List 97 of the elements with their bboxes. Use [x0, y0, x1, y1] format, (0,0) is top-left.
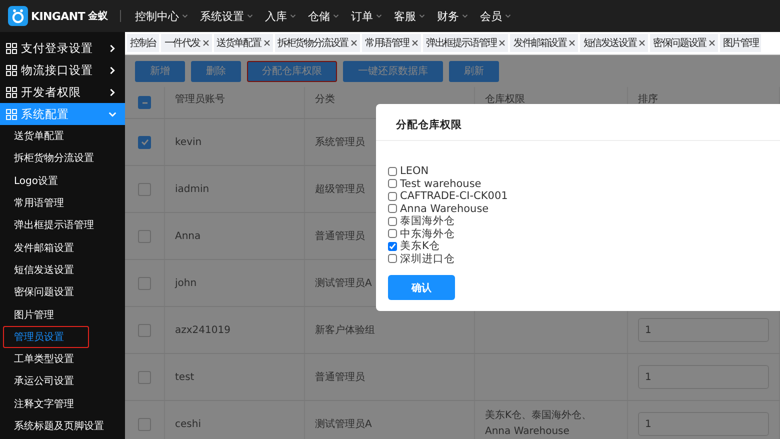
grid-icon	[6, 108, 17, 120]
brand-name: KINGANT	[31, 10, 85, 22]
sidebar-group[interactable]: 物流接口设置	[0, 59, 125, 81]
chevron-down-icon	[376, 13, 382, 19]
grid-icon	[6, 64, 17, 76]
page-tab[interactable]: 短信发送设置	[580, 34, 648, 52]
grid-icon	[6, 86, 17, 98]
check-icon	[140, 137, 150, 147]
nav-menu-item[interactable]: 仓储	[308, 8, 339, 24]
page-tab[interactable]: 图片管理	[720, 34, 762, 52]
logo-icon	[8, 6, 28, 26]
chevron-down-icon	[182, 13, 188, 19]
warehouse-checkbox[interactable]	[388, 254, 397, 264]
column-header: 管理员账号	[165, 87, 305, 118]
chevron-down-icon	[462, 13, 468, 19]
warehouse-label: LEON	[400, 165, 429, 178]
page-tab[interactable]: 密保问题设置	[650, 34, 718, 52]
chevron-down-icon	[290, 13, 296, 19]
order-input[interactable]: 1	[638, 412, 769, 436]
order-input[interactable]: 1	[638, 365, 769, 389]
warehouse-checkbox[interactable]	[388, 192, 397, 201]
page-tab[interactable]: 送货单配置	[214, 34, 273, 52]
row-checkbox[interactable]	[138, 418, 151, 430]
order-input[interactable]: 1	[638, 318, 769, 342]
page-tab[interactable]: 常用语管理	[362, 34, 422, 52]
sidebar-item[interactable]: 送货单配置	[3, 125, 75, 148]
close-icon[interactable]	[639, 40, 646, 46]
page-tab[interactable]: 拆柜货物分流设置	[274, 34, 360, 52]
page-tab[interactable]: 弹出框提示语管理	[423, 34, 508, 52]
table-cell: ceshi	[165, 401, 305, 439]
close-icon[interactable]	[499, 40, 506, 46]
nav-menu-item[interactable]: 客服	[394, 8, 425, 24]
sidebar-item[interactable]: 系统标题及页脚设置	[3, 415, 115, 437]
table-cell: 普通管理员	[305, 354, 475, 400]
close-icon[interactable]	[264, 40, 270, 46]
sidebar-group-label: 系统配置	[21, 106, 70, 122]
sidebar-group[interactable]: 支付登录设置	[0, 37, 125, 59]
close-icon[interactable]	[351, 40, 358, 46]
brand-chinese-name: 金蚁	[88, 10, 108, 23]
table-cell: Anna	[165, 213, 305, 259]
sidebar-group[interactable]: 开发者权限	[0, 81, 125, 103]
table-cell: kevin	[165, 119, 305, 165]
close-icon[interactable]	[708, 40, 715, 46]
warehouse-checkbox[interactable]	[388, 166, 397, 176]
table-cell: azx241019	[165, 307, 305, 353]
chevron-down-icon	[247, 13, 253, 19]
row-checkbox[interactable]	[138, 136, 151, 148]
close-icon[interactable]	[202, 40, 209, 46]
sidebar-item[interactable]: 承运公司设置	[3, 370, 85, 392]
chevron-down-icon	[419, 13, 425, 19]
sidebar-group-label: 支付登录设置	[21, 40, 94, 56]
row-checkbox[interactable]	[138, 324, 151, 336]
row-checkbox[interactable]	[138, 230, 151, 242]
warehouse-label: 美东K仓	[400, 239, 440, 253]
page-tab[interactable]: 一件代发	[161, 34, 212, 52]
sidebar-item[interactable]: 拆柜货物分流设置	[3, 147, 105, 170]
nav-menu-item[interactable]: 入库	[265, 8, 296, 24]
table-cell: john	[165, 260, 305, 306]
sidebar-item[interactable]: 弹出框提示语管理	[3, 214, 105, 236]
select-all-checkbox[interactable]	[138, 96, 151, 109]
sidebar-group-label: 开发者权限	[21, 84, 82, 100]
table-cell: 测试管理员A	[305, 401, 475, 439]
sidebar-item[interactable]: 图片管理	[3, 304, 65, 326]
sidebar-item[interactable]: 管理员设置	[3, 326, 89, 348]
close-icon[interactable]	[412, 40, 418, 46]
row-checkbox[interactable]	[138, 370, 151, 384]
warehouse-checkbox[interactable]	[388, 229, 397, 238]
table-cell: iadmin	[165, 166, 305, 212]
nav-menu-item[interactable]: 系统设置	[200, 8, 253, 24]
chevron-down-icon	[333, 13, 339, 19]
sidebar-item[interactable]: 工单类型设置	[3, 348, 85, 370]
page-tab[interactable]: 控制台	[127, 34, 160, 52]
chevron-down-icon	[505, 13, 511, 19]
sidebar-item[interactable]: 注释文字管理	[3, 392, 85, 415]
sidebar-item[interactable]: 密保问题设置	[3, 281, 85, 304]
nav-menu-item[interactable]: 控制中心	[135, 8, 188, 24]
warehouse-checkbox[interactable]	[388, 204, 397, 214]
close-icon[interactable]	[569, 40, 576, 46]
row-checkbox[interactable]	[138, 276, 151, 290]
table-cell: test	[165, 354, 305, 400]
row-checkbox[interactable]	[138, 182, 151, 196]
sidebar-item[interactable]: 常用语管理	[3, 192, 75, 214]
warehouse-checkbox[interactable]	[388, 242, 397, 251]
warehouse-label: 泰国海外仓	[400, 214, 455, 228]
nav-menu-item[interactable]: 会员	[480, 8, 511, 24]
sidebar-group-label: 物流接口设置	[21, 62, 94, 78]
nav-menu-item[interactable]: 财务	[437, 8, 468, 24]
warehouse-checkbox[interactable]	[388, 179, 397, 188]
warehouse-label: 中东海外仓	[400, 226, 455, 240]
page-tab[interactable]: 发件邮箱设置	[510, 34, 578, 52]
sidebar-item[interactable]: Logo设置	[3, 170, 69, 192]
sidebar-item[interactable]: 发件邮箱设置	[3, 236, 85, 259]
nav-menu-item[interactable]: 订单	[351, 8, 382, 24]
warehouse-checkbox[interactable]	[388, 216, 397, 226]
table-cell-text: 美东K仓、泰国海外仓、Anna Warehouse	[485, 408, 593, 439]
grid-icon	[6, 42, 17, 54]
sidebar-item[interactable]: 短信发送设置	[3, 258, 85, 281]
